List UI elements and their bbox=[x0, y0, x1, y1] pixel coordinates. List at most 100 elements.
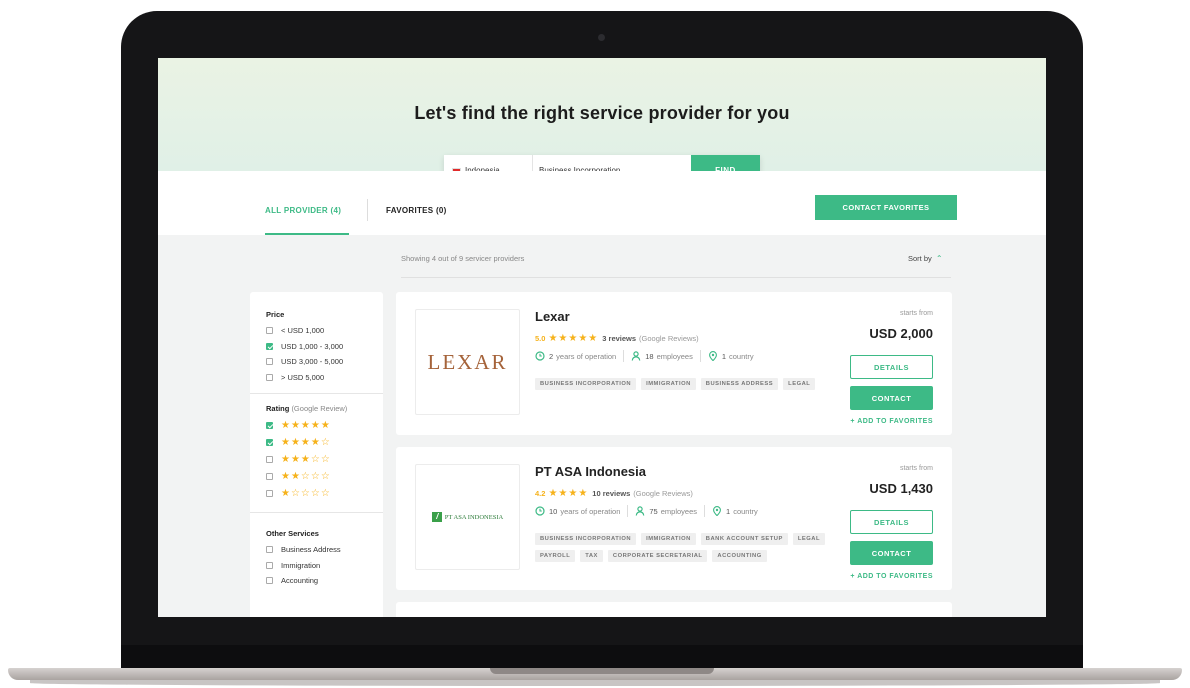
rating-option[interactable]: ★★★☆☆ bbox=[266, 451, 367, 468]
other-services-title: Other Services bbox=[266, 529, 319, 538]
service-tag: ACCOUNTING bbox=[712, 550, 767, 562]
sort-label: Sort by bbox=[908, 254, 932, 263]
service-option[interactable]: Business Address bbox=[266, 542, 367, 558]
checkbox[interactable] bbox=[266, 577, 273, 585]
meta-divider bbox=[699, 350, 701, 362]
provider-logo: PT ASA INDONESIA bbox=[415, 464, 520, 570]
years-of-operation: 2 years of operation bbox=[535, 351, 616, 361]
country-count: 1 country bbox=[708, 351, 754, 361]
employees-value: 75 bbox=[649, 506, 658, 516]
location-pin-icon bbox=[713, 506, 721, 516]
service-tag: LEGAL bbox=[783, 378, 816, 390]
price-filter: Price < USD 1,000 USD 1,000 - 3,000 USD … bbox=[250, 292, 383, 385]
review-source: (Google Reviews) bbox=[639, 334, 699, 343]
chevron-up-icon: ⌃ bbox=[935, 254, 943, 263]
service-tags: BUSINESS INCORPORATION IMMIGRATION BUSIN… bbox=[535, 378, 835, 390]
active-tab-indicator bbox=[265, 233, 349, 235]
contact-favorites-button[interactable]: CONTACT FAVORITES bbox=[815, 195, 957, 220]
provider-rating: 4.2 ★★★★ 10 reviews (Google Reviews) bbox=[535, 488, 693, 499]
meta-divider bbox=[704, 505, 706, 517]
rating-option[interactable]: ★★☆☆☆ bbox=[266, 468, 367, 485]
checkbox[interactable] bbox=[266, 490, 273, 497]
service-tag: BUSINESS INCORPORATION bbox=[535, 378, 637, 390]
add-to-favorites-link[interactable]: + ADD TO FAVORITES bbox=[850, 573, 933, 580]
provider-name[interactable]: Lexar bbox=[535, 309, 570, 324]
rating-option[interactable]: ★☆☆☆☆ bbox=[266, 485, 367, 502]
review-source: (Google Reviews) bbox=[633, 489, 693, 498]
provider-rating: 5.0 ★★★★★ 3 reviews (Google Reviews) bbox=[535, 333, 699, 344]
years-value: 2 bbox=[549, 351, 554, 361]
price-filter-title: Price bbox=[266, 310, 285, 319]
tab-favorites[interactable]: FAVORITES (0) bbox=[386, 206, 447, 215]
other-services-filter: Other Services Business Address Immigrat… bbox=[250, 529, 383, 589]
price-option[interactable]: > USD 5,000 bbox=[266, 370, 367, 386]
country-count: 1 country bbox=[712, 506, 758, 516]
checkbox[interactable] bbox=[266, 456, 273, 463]
employee-count: 18 employees bbox=[631, 351, 693, 361]
star-rating-icon: ★★★★☆ bbox=[281, 437, 331, 448]
clock-icon bbox=[535, 351, 545, 361]
employee-count: 75 employees bbox=[635, 506, 697, 516]
checkbox[interactable] bbox=[266, 473, 273, 480]
price-option[interactable]: USD 3,000 - 5,000 bbox=[266, 354, 367, 370]
person-icon bbox=[631, 351, 641, 361]
checkbox-checked[interactable] bbox=[266, 422, 273, 429]
meta-divider bbox=[623, 350, 625, 362]
service-tag: PAYROLL bbox=[535, 550, 576, 562]
meta-divider bbox=[627, 505, 629, 517]
checkbox[interactable] bbox=[266, 546, 273, 554]
sidebar-divider bbox=[250, 393, 383, 394]
contact-button[interactable]: CONTACT bbox=[850, 541, 933, 565]
countries-text: country bbox=[729, 351, 754, 361]
years-of-operation: 10 years of operation bbox=[535, 506, 620, 516]
details-button[interactable]: DETAILS bbox=[850, 510, 933, 534]
rating-option[interactable]: ★★★★★ bbox=[266, 417, 367, 434]
filter-sidebar: Price < USD 1,000 USD 1,000 - 3,000 USD … bbox=[250, 292, 383, 617]
price-option[interactable]: USD 1,000 - 3,000 bbox=[266, 339, 367, 355]
rating-title-text: Rating bbox=[266, 404, 290, 413]
star-rating-icon: ★★★★★ bbox=[281, 420, 331, 431]
service-tags: BUSINESS INCORPORATION IMMIGRATION BANK … bbox=[535, 533, 825, 562]
service-tag: CORPORATE SECRETARIAL bbox=[607, 550, 708, 562]
price-option[interactable]: < USD 1,000 bbox=[266, 323, 367, 339]
price-option-label: > USD 5,000 bbox=[281, 372, 325, 382]
service-option-label: Accounting bbox=[281, 576, 319, 586]
provider-name[interactable]: PT ASA Indonesia bbox=[535, 464, 646, 479]
details-button[interactable]: DETAILS bbox=[850, 355, 933, 379]
tabs-bar: ALL PROVIDER (4) FAVORITES (0) CONTACT F… bbox=[158, 171, 1046, 235]
tab-all-provider[interactable]: ALL PROVIDER (4) bbox=[265, 206, 341, 215]
rating-subtitle: (Google Review) bbox=[291, 404, 348, 413]
sidebar-divider bbox=[250, 512, 383, 513]
rating-filter-title: Rating (Google Review) bbox=[266, 404, 367, 413]
provider-price: USD 1,430 bbox=[869, 481, 933, 496]
countries-value: 1 bbox=[726, 506, 731, 516]
provider-meta: 10 years of operation 75 employees 1 countr… bbox=[535, 505, 758, 517]
service-option[interactable]: Immigration bbox=[266, 558, 367, 574]
laptop-shadow bbox=[30, 680, 1160, 686]
rating-score: 5.0 bbox=[535, 334, 546, 343]
service-option[interactable]: Accounting bbox=[266, 573, 367, 589]
service-option-label: Immigration bbox=[281, 560, 321, 570]
add-to-favorites-link[interactable]: + ADD TO FAVORITES bbox=[850, 418, 933, 425]
checkbox-checked[interactable] bbox=[266, 342, 273, 350]
checkbox[interactable] bbox=[266, 561, 273, 569]
provider-price: USD 2,000 bbox=[869, 326, 933, 341]
results-count: Showing 4 out of 9 servicer providers bbox=[401, 254, 525, 263]
provider-logo: LEXAR bbox=[415, 309, 520, 415]
checkbox[interactable] bbox=[266, 358, 273, 366]
page-title: Let's find the right service provider fo… bbox=[414, 103, 790, 123]
rating-option[interactable]: ★★★★☆ bbox=[266, 434, 367, 451]
rating-filter: Rating (Google Review) ★★★★★ ★★★★☆ ★★★☆☆… bbox=[250, 404, 383, 502]
checkbox[interactable] bbox=[266, 327, 273, 335]
contact-button[interactable]: CONTACT bbox=[850, 386, 933, 410]
clock-icon bbox=[535, 506, 545, 516]
service-tag: LEGAL bbox=[792, 533, 825, 545]
sort-by-control[interactable]: Sort by ⌃ bbox=[908, 254, 943, 263]
checkbox-checked[interactable] bbox=[266, 439, 273, 446]
browser-screen: Let's find the right service provider fo… bbox=[158, 58, 1046, 617]
employees-value: 18 bbox=[645, 351, 654, 361]
star-rating-icon: ★☆☆☆☆ bbox=[281, 488, 331, 499]
countries-text: country bbox=[733, 506, 758, 516]
checkbox[interactable] bbox=[266, 373, 273, 381]
starts-from-label: starts from bbox=[899, 465, 933, 472]
